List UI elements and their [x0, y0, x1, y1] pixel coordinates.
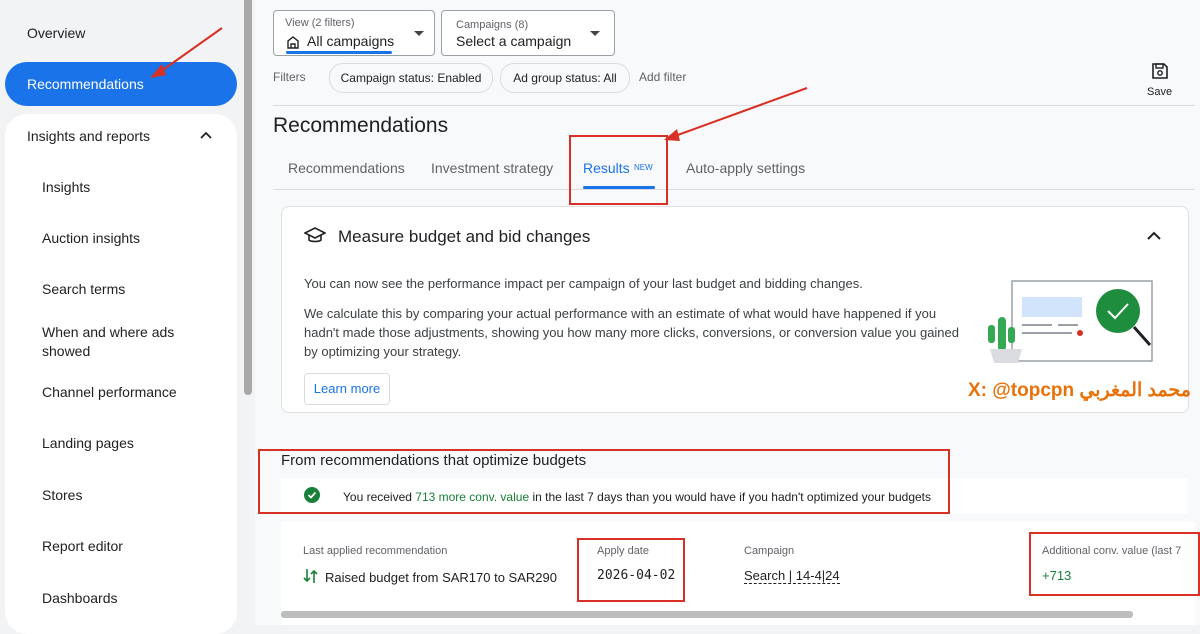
annotation-arrows [150, 27, 808, 141]
